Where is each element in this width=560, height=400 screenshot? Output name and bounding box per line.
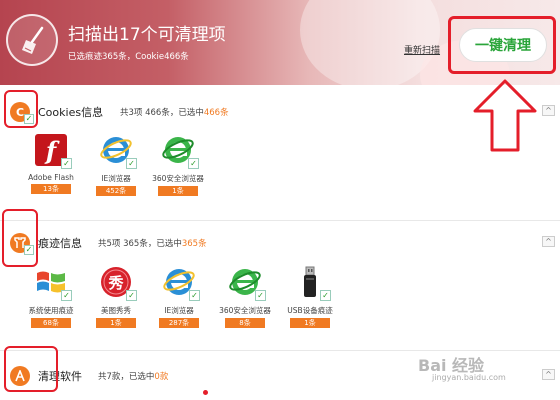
software-collapse-button[interactable]: ^	[542, 369, 555, 380]
app-checkbox[interactable]: ✓	[61, 158, 72, 169]
app-checkbox[interactable]: ✓	[126, 158, 137, 169]
app-item-ie-browser-traces[interactable]: ✓ IE浏览器 287条	[145, 265, 213, 328]
section-divider	[0, 220, 560, 221]
annotation-box-clean-button	[448, 16, 556, 74]
software-section-summary: 共7款，已选中0款	[98, 372, 169, 382]
section-divider	[0, 350, 560, 351]
app-name: Adobe Flash	[28, 173, 74, 182]
app-name: IE浏览器	[101, 174, 131, 183]
360-browser-icon: ✓	[161, 133, 199, 169]
app-item-360-browser-traces[interactable]: ✓ 360安全浏览器 8条	[211, 265, 279, 328]
traces-section-header[interactable]: ✓ 痕迹信息 共5项 365条，已选中365条 ^	[0, 229, 560, 257]
app-name: 美图秀秀	[101, 306, 131, 315]
page-indicator-dot[interactable]	[203, 390, 208, 395]
traces-section-title: 痕迹信息	[38, 237, 82, 250]
app-name: IE浏览器	[164, 306, 194, 315]
app-item-system-usage-traces[interactable]: ✓ 系统使用痕迹 68条	[17, 265, 85, 328]
app-count-badge: 1条	[158, 186, 198, 196]
app-name: 360安全浏览器	[219, 306, 271, 315]
ie-browser-icon: ✓	[99, 133, 137, 169]
cookies-section-header[interactable]: C ✓ Cookies信息 共3项 466条，已选中466条 ^	[0, 98, 560, 126]
svg-text:秀: 秀	[107, 274, 124, 292]
app-checkbox[interactable]: ✓	[126, 290, 137, 301]
rescan-link[interactable]: 重新扫描	[404, 43, 440, 56]
app-count-badge: 287条	[159, 318, 199, 328]
app-checkbox[interactable]: ✓	[255, 290, 266, 301]
annotation-box-cookies-checkbox	[4, 90, 38, 128]
usb-drive-icon: ✓	[293, 265, 331, 301]
traces-collapse-button[interactable]: ^	[542, 236, 555, 247]
adobe-flash-icon: f ✓	[34, 133, 72, 169]
annotation-box-software-header	[4, 346, 58, 392]
cookies-section-title: Cookies信息	[38, 106, 104, 119]
app-name: 360安全浏览器	[152, 174, 204, 183]
annotation-box-traces-checkbox	[2, 209, 38, 267]
meitu-icon: 秀 ✓	[99, 265, 137, 301]
traces-section-summary: 共5项 365条，已选中365条	[98, 239, 207, 249]
scan-result-title: 扫描出17个可清理项	[68, 25, 226, 45]
cookies-section-summary: 共3项 466条，已选中466条	[120, 108, 229, 118]
app-checkbox[interactable]: ✓	[320, 290, 331, 301]
app-item-adobe-flash[interactable]: f ✓ Adobe Flash 13条	[17, 133, 85, 194]
app-count-badge: 68条	[31, 318, 71, 328]
360-browser-icon: ✓	[228, 265, 266, 301]
app-name: USB设备痕迹	[287, 306, 333, 315]
app-item-meitu[interactable]: 秀 ✓ 美图秀秀 1条	[82, 265, 150, 328]
app-item-360-browser[interactable]: ✓ 360安全浏览器 1条	[144, 133, 212, 196]
scan-result-subtitle: 已选痕迹365条，Cookie466条	[68, 52, 189, 62]
app-count-badge: 8条	[225, 318, 265, 328]
app-item-usb-device-traces[interactable]: ✓ USB设备痕迹 1条	[276, 265, 344, 328]
app-checkbox[interactable]: ✓	[189, 290, 200, 301]
watermark-url: jingyan.baidu.com	[432, 373, 506, 382]
app-count-badge: 452条	[96, 186, 136, 196]
app-count-badge: 1条	[96, 318, 136, 328]
ie-browser-icon: ✓	[162, 265, 200, 301]
broom-icon	[6, 14, 58, 66]
app-count-badge: 13条	[31, 184, 71, 194]
app-item-ie-browser[interactable]: ✓ IE浏览器 452条	[82, 133, 150, 196]
app-checkbox[interactable]: ✓	[188, 158, 199, 169]
app-checkbox[interactable]: ✓	[61, 290, 72, 301]
app-name: 系统使用痕迹	[28, 306, 74, 315]
app-count-badge: 1条	[290, 318, 330, 328]
cookies-collapse-button[interactable]: ^	[542, 105, 555, 116]
windows-logo-icon: ✓	[34, 265, 72, 301]
